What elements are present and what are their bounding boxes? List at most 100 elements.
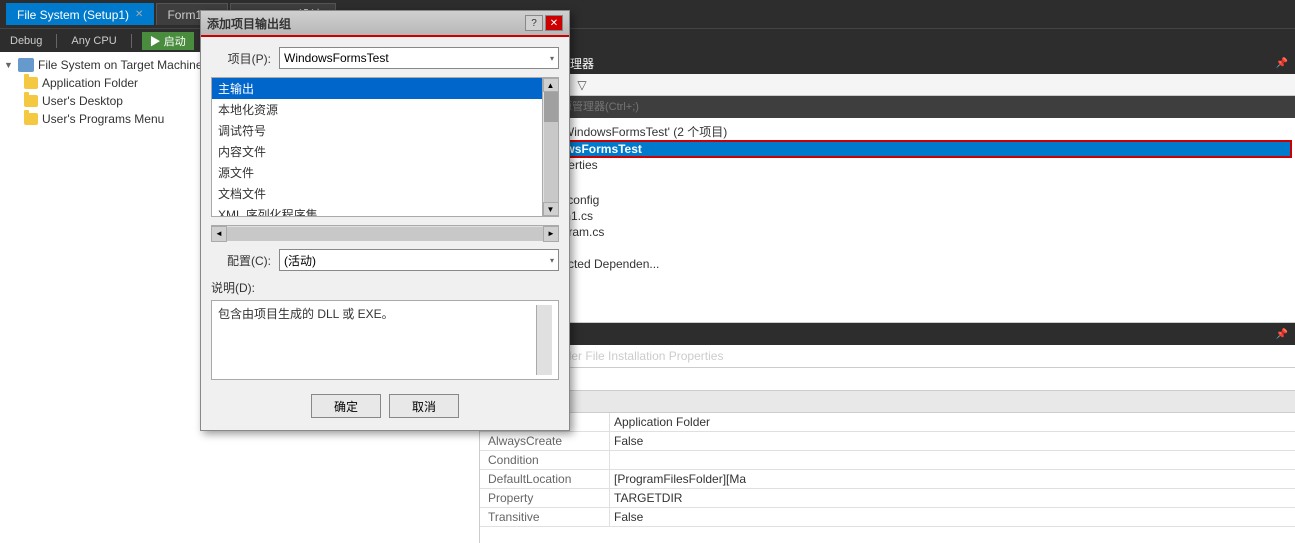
sol-item-ref[interactable]: ▶ 🔗 引用 — [484, 173, 1291, 192]
h-scroll-left[interactable]: ◄ — [211, 226, 227, 242]
project-combo-value: WindowsFormsTest — [284, 51, 389, 65]
project-combo[interactable]: WindowsFormsTest ▾ — [279, 47, 559, 69]
props-row-defaultloc[interactable]: DefaultLocation [ProgramFilesFolder][Ma — [480, 470, 1295, 489]
props-key-defaultloc: DefaultLocation — [480, 470, 610, 488]
props-val-defaultloc: [ProgramFilesFolder][Ma — [610, 470, 1295, 488]
desc-scrollbar[interactable] — [536, 305, 552, 375]
list-item-2[interactable]: 调试符号 — [212, 120, 542, 141]
main-layout: ▼ File System on Target Machine Applicat… — [0, 52, 1295, 543]
tree-root-label: File System on Target Machine — [38, 58, 203, 72]
desc-section: 说明(D): 包含由项目生成的 DLL 或 EXE。 — [211, 279, 559, 380]
dialog-controls: ? ✕ — [525, 15, 563, 31]
main-toolbar: Debug Any CPU ▶ 启动 — [0, 28, 1295, 52]
list-item-4[interactable]: 源文件 — [212, 162, 542, 183]
list-item-5[interactable]: 文档文件 — [212, 183, 542, 204]
cpu-dropdown[interactable]: Any CPU — [67, 35, 120, 47]
props-key-alwayscreate: AlwaysCreate — [480, 432, 610, 450]
h-scrollbar[interactable]: ◄ ► — [211, 225, 559, 241]
sol-search-input[interactable] — [484, 101, 1291, 113]
dialog-titlebar[interactable]: 添加项目输出组 ? ✕ — [201, 11, 569, 37]
scroll-down-btn[interactable]: ▼ — [543, 202, 559, 216]
scroll-track — [544, 92, 558, 202]
tree-item-desktop-label: User's Desktop — [42, 94, 123, 108]
debug-dropdown[interactable]: Debug — [6, 35, 46, 47]
solution-explorer-header: 解决方案资源管理器 📌 — [480, 52, 1295, 74]
list-item-1[interactable]: 本地化资源 — [212, 99, 542, 120]
props-header: 属性 📌 — [480, 323, 1295, 345]
dialog-close-btn[interactable]: ✕ — [545, 15, 563, 31]
folder-icon-desktop — [24, 95, 38, 107]
props-row-condition[interactable]: Condition — [480, 451, 1295, 470]
props-key-transitive: Transitive — [480, 508, 610, 526]
tab-bar: File System (Setup1) ✕ Form1.cs Form1.cs… — [0, 0, 1295, 28]
h-scroll-right[interactable]: ► — [543, 226, 559, 242]
sol-item-setup1-child[interactable]: ▶ 📄 Detected Dependen... — [484, 256, 1291, 272]
props-key-condition: Condition — [480, 451, 610, 469]
root-expand-arrow: ▼ — [4, 60, 14, 70]
props-row-alwayscreate[interactable]: AlwaysCreate False — [480, 432, 1295, 451]
list-item-6[interactable]: XML 序列化程序集 — [212, 204, 542, 216]
list-item-3[interactable]: 内容文件 — [212, 141, 542, 162]
right-panel: 解决方案资源管理器 📌 ⌂ ↻ ⊟ ≡ ▽ ▼ 📁 解决方案' — [480, 52, 1295, 543]
start-button[interactable]: ▶ 启动 — [142, 32, 194, 50]
config-combo-value: (活动) — [284, 252, 316, 269]
sol-item-appconfig[interactable]: ▶ 📄 App.config — [484, 192, 1291, 208]
props-key-property: Property — [480, 489, 610, 507]
left-panel: ▼ File System on Target Machine Applicat… — [0, 52, 480, 543]
scroll-thumb[interactable] — [544, 92, 558, 122]
tab-filesystem-close[interactable]: ✕ — [135, 9, 143, 20]
sol-item-setup1[interactable]: ▶ ⚙ Setup1 — [484, 240, 1291, 256]
tab-filesystem-label: File System (Setup1) — [17, 8, 129, 22]
tree-item-appfolder-label: Application Folder — [42, 76, 138, 90]
props-val-name: Application Folder — [610, 413, 1295, 431]
dialog-help-btn[interactable]: ? — [525, 15, 543, 31]
pin-btn[interactable]: 📌 — [1275, 56, 1289, 70]
props-row-name[interactable]: (Name) Application Folder — [480, 413, 1295, 432]
server-icon — [18, 58, 34, 72]
cancel-button[interactable]: 取消 — [389, 394, 459, 418]
solution-explorer: 解决方案资源管理器 📌 ⌂ ↻ ⊟ ≡ ▽ ▼ 📁 解决方案' — [480, 52, 1295, 323]
config-row: 配置(C): (活动) ▾ — [211, 249, 559, 271]
properties-panel: 属性 📌 Application Folder File Installatio… — [480, 323, 1295, 543]
props-row-property[interactable]: Property TARGETDIR — [480, 489, 1295, 508]
scroll-up-btn[interactable]: ▲ — [543, 78, 559, 92]
sol-project-wft[interactable]: ▼ 🗂 WindowsFormsTest — [484, 141, 1291, 157]
sol-item-form1cs[interactable]: ▶ C# Form1.cs — [484, 208, 1291, 224]
tree-item-programs-label: User's Programs Menu — [42, 112, 164, 126]
config-combo-arrow: ▾ — [550, 256, 554, 265]
list-item-0[interactable]: 主输出 — [212, 78, 542, 99]
dialog-buttons: 确定 取消 — [211, 388, 559, 420]
dialog-body: 项目(P): WindowsFormsTest ▾ 主输出 本地化资源 调试符号… — [201, 37, 569, 430]
solution-toolbar: ⌂ ↻ ⊟ ≡ ▽ — [480, 74, 1295, 96]
dialog-title: 添加项目输出组 — [207, 15, 291, 32]
sol-search-bar[interactable] — [480, 96, 1295, 118]
project-combo-arrow: ▾ — [550, 54, 554, 63]
solution-explorer-header-btns: 📌 — [1275, 56, 1289, 70]
props-group-misc: ▣ 杂项 — [480, 391, 1295, 413]
props-val-condition — [610, 451, 1295, 469]
sol-root[interactable]: ▼ 📁 解决方案'WindowsFormsTest' (2 个项目) — [484, 122, 1291, 141]
h-scroll-track — [227, 227, 543, 241]
tab-filesystem[interactable]: File System (Setup1) ✕ — [6, 3, 154, 25]
props-title-bar: Application Folder File Installation Pro… — [480, 345, 1295, 368]
props-pin-btn[interactable]: 📌 — [1275, 327, 1289, 341]
toolbar-sep2 — [131, 34, 132, 48]
props-val-property: TARGETDIR — [610, 489, 1295, 507]
project-row: 项目(P): WindowsFormsTest ▾ — [211, 47, 559, 69]
config-combo[interactable]: (活动) ▾ — [279, 249, 559, 271]
props-table: ▣ 杂项 (Name) Application Folder AlwaysCre… — [480, 391, 1295, 543]
desc-text: 包含由项目生成的 DLL 或 EXE。 — [218, 305, 536, 375]
ok-button[interactable]: 确定 — [311, 394, 381, 418]
sol-item-programcs[interactable]: ▶ C# Program.cs — [484, 224, 1291, 240]
project-label: 项目(P): — [211, 50, 271, 67]
dialog-add-output: 添加项目输出组 ? ✕ 项目(P): WindowsFormsTest ▾ — [200, 10, 570, 431]
props-val-transitive: False — [610, 508, 1295, 526]
solution-tree: ▼ 📁 解决方案'WindowsFormsTest' (2 个项目) ▼ 🗂 W… — [480, 118, 1295, 322]
props-row-transitive[interactable]: Transitive False — [480, 508, 1295, 527]
output-list: 主输出 本地化资源 调试符号 内容文件 源文件 文档文件 XML 序列化程序集 … — [211, 77, 559, 217]
folder-icon-programs — [24, 113, 38, 125]
sol-item-properties[interactable]: ▶ Properties — [484, 157, 1291, 173]
list-scrollbar[interactable]: ▲ ▼ — [542, 78, 558, 216]
sol-filter-btn[interactable]: ▽ — [572, 76, 592, 94]
props-val-alwayscreate: False — [610, 432, 1295, 450]
